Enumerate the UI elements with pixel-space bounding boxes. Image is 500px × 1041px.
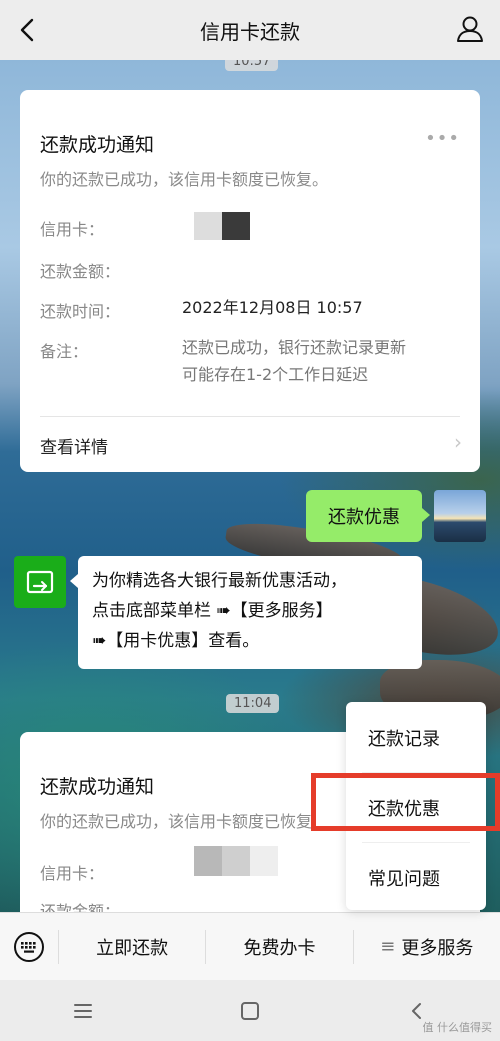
card-title: 还款成功通知: [40, 776, 155, 798]
bank-card-icon: [26, 570, 54, 594]
keyboard-icon[interactable]: [0, 913, 58, 981]
bot-message: 为你精选各大银行最新优惠活动， 点击底部菜单栏 ➠【更多服务】 ➠【用卡优惠】查…: [70, 556, 422, 669]
user-icon[interactable]: [454, 13, 486, 45]
timestamp: 11:04: [226, 694, 280, 713]
system-nav-bar: 值 什么值得买: [0, 980, 500, 1041]
back-arrow-icon[interactable]: [10, 12, 46, 48]
menu-item-faq[interactable]: 常见问题: [346, 844, 486, 912]
masked-value: [194, 846, 222, 876]
card-label: 还款时间：: [40, 302, 121, 321]
top-bar: 信用卡还款: [0, 0, 500, 60]
user-avatar[interactable]: [434, 490, 486, 542]
bot-avatar[interactable]: [14, 556, 66, 608]
repayment-notice-card[interactable]: 还款成功通知 ••• 你的还款已成功，该信用卡额度已恢复。 信用卡： 还款金额：…: [20, 90, 480, 472]
card-label: 还款金额：: [40, 262, 121, 281]
repayment-time: 2022年12月08日 10:57: [182, 298, 363, 317]
user-message: 还款优惠: [306, 490, 430, 542]
masked-value: [194, 212, 222, 240]
page-title: 信用卡还款: [200, 19, 300, 44]
divider: [40, 416, 460, 417]
remark-line: 可能存在1-2个工作日延迟: [182, 365, 369, 384]
masked-value: [222, 846, 250, 876]
watermark-text: 值 什么值得买: [422, 1021, 493, 1034]
menu-repay-now[interactable]: 立即还款: [59, 934, 205, 960]
menu-free-card[interactable]: 免费办卡: [206, 934, 352, 960]
view-details-link[interactable]: 查看详情: [40, 433, 108, 458]
bot-message-line: 为你精选各大银行最新优惠活动，: [92, 571, 347, 591]
chevron-right-icon: ›: [454, 430, 462, 454]
recent-apps-icon[interactable]: [63, 991, 103, 1031]
menu-more-services[interactable]: ≡ 更多服务: [354, 934, 500, 960]
bot-message-line: ➠【用卡优惠】查看。: [92, 631, 260, 651]
masked-value: [222, 212, 250, 240]
more-options-icon[interactable]: •••: [425, 128, 460, 149]
card-title: 还款成功通知: [40, 134, 155, 156]
card-subtitle: 你的还款已成功，该信用卡额度已恢复。: [40, 170, 329, 189]
masked-value: [250, 846, 278, 876]
divider: [362, 842, 470, 843]
bottom-menu-bar: 立即还款 免费办卡 ≡ 更多服务: [0, 912, 500, 980]
card-subtitle: 你的还款已成功，该信用卡额度已恢复: [40, 812, 313, 831]
highlight-annotation: [311, 773, 500, 831]
remark-line: 还款已成功，银行还款记录更新: [182, 338, 407, 357]
card-label: 备注：: [40, 342, 89, 361]
bot-message-line: 点击底部菜单栏 ➠【更多服务】: [92, 601, 333, 621]
menu-item-repayment-records[interactable]: 还款记录: [346, 704, 486, 772]
card-label: 信用卡：: [40, 864, 105, 883]
list-icon: ≡: [380, 936, 396, 957]
home-icon[interactable]: [230, 991, 270, 1031]
card-label: 信用卡：: [40, 220, 105, 239]
